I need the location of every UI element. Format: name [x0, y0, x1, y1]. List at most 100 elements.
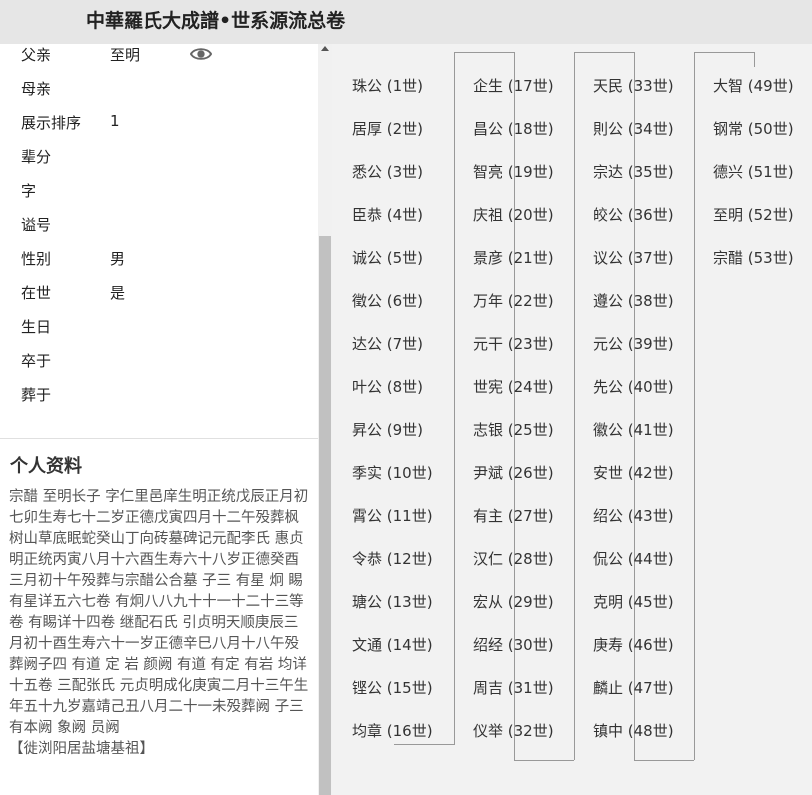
- field-row: 生日: [0, 316, 318, 340]
- app-header: 中華羅氏大成譜•世系源流总卷: [0, 0, 812, 44]
- generation-item[interactable]: 铿公 (15世): [352, 677, 433, 698]
- generation-item[interactable]: 绍公 (43世): [593, 505, 674, 526]
- field-label: 卒于: [21, 352, 52, 370]
- profile-bio-text: 宗醋 至明长子 字仁里邑庠生明正统戊辰正月初七卯生寿七十二岁正德戊寅四月十二午殁…: [9, 489, 309, 736]
- field-label: 生日: [21, 318, 52, 336]
- generation-item[interactable]: 元干 (23世): [473, 333, 554, 354]
- generation-item[interactable]: 世宪 (24世): [473, 376, 554, 397]
- generation-item[interactable]: 令恭 (12世): [352, 548, 433, 569]
- generation-item[interactable]: 麟止 (47世): [593, 677, 674, 698]
- generation-item[interactable]: 仪举 (32世): [473, 720, 554, 741]
- generation-item[interactable]: 元公 (39世): [593, 333, 674, 354]
- generation-item[interactable]: 尹斌 (26世): [473, 462, 554, 483]
- eye-icon[interactable]: [190, 44, 212, 65]
- field-row: 字: [0, 180, 318, 204]
- generation-item[interactable]: 志银 (25世): [473, 419, 554, 440]
- field-value: 1: [110, 112, 120, 130]
- generation-item[interactable]: 镇中 (48世): [593, 720, 674, 741]
- field-label: 字: [21, 182, 37, 200]
- generation-item[interactable]: 庆祖 (20世): [473, 204, 554, 225]
- generation-item[interactable]: 周吉 (31世): [473, 677, 554, 698]
- field-row: 在世 是: [0, 282, 318, 306]
- generation-item[interactable]: 徽公 (41世): [593, 419, 674, 440]
- tree-connector-line: [514, 760, 574, 761]
- tree-connector-line: [394, 744, 454, 745]
- generation-item[interactable]: 昌公 (18世): [473, 118, 554, 139]
- generation-item[interactable]: 悉公 (3世): [352, 161, 423, 182]
- field-value: 男: [110, 250, 126, 268]
- scroll-up-arrow-icon[interactable]: [321, 46, 329, 51]
- generation-item[interactable]: 庚寿 (46世): [593, 634, 674, 655]
- generation-item[interactable]: 万年 (22世): [473, 290, 554, 311]
- generation-item[interactable]: 遵公 (38世): [593, 290, 674, 311]
- generation-item[interactable]: 珠公 (1世): [352, 75, 423, 96]
- generation-item[interactable]: 克明 (45世): [593, 591, 674, 612]
- generation-item[interactable]: 均章 (16世): [352, 720, 433, 741]
- generation-item[interactable]: 绍经 (30世): [473, 634, 554, 655]
- field-label: 母亲: [21, 80, 52, 98]
- generation-item[interactable]: 昇公 (9世): [352, 419, 423, 440]
- generation-item[interactable]: 霄公 (11世): [352, 505, 433, 526]
- field-row: 葬于: [0, 384, 318, 408]
- tree-connector-line: [634, 760, 694, 761]
- generation-item[interactable]: 則公 (34世): [593, 118, 674, 139]
- tree-connector-line: [694, 52, 754, 53]
- generation-item[interactable]: 天民 (33世): [593, 75, 674, 96]
- tree-connector-line: [694, 52, 695, 760]
- detail-panel: 父亲 至明母亲展示排序 1 辈分字谥号性别 男在世 是生日卒于葬于 个人资料 宗醋 至明长…: [0, 44, 318, 795]
- generation-item[interactable]: 至明 (52世): [713, 204, 794, 225]
- field-value: 是: [110, 284, 126, 302]
- generation-item[interactable]: 智亮 (19世): [473, 161, 554, 182]
- field-label: 在世: [21, 284, 52, 302]
- generation-item[interactable]: 宏从 (29世): [473, 591, 554, 612]
- generation-item[interactable]: 居厚 (2世): [352, 118, 423, 139]
- field-row: 父亲 至明: [0, 44, 318, 68]
- generation-item[interactable]: 叶公 (8世): [352, 376, 423, 397]
- generation-item[interactable]: 臣恭 (4世): [352, 204, 423, 225]
- field-value: 至明: [110, 46, 141, 64]
- generation-item[interactable]: 宗醋 (53世): [713, 247, 794, 268]
- generation-item[interactable]: 先公 (40世): [593, 376, 674, 397]
- field-label: 谥号: [21, 216, 52, 234]
- field-label: 父亲: [21, 46, 52, 64]
- generation-item[interactable]: 汉仁 (28世): [473, 548, 554, 569]
- generation-item[interactable]: 安世 (42世): [593, 462, 674, 483]
- field-row: 母亲: [0, 78, 318, 102]
- generation-item[interactable]: 皎公 (36世): [593, 204, 674, 225]
- field-row: 辈分: [0, 146, 318, 170]
- generation-item[interactable]: 景彦 (21世): [473, 247, 554, 268]
- field-row: 性别 男: [0, 248, 318, 272]
- generation-item[interactable]: 季实 (10世): [352, 462, 433, 483]
- tree-connector-line: [574, 52, 575, 760]
- generation-item[interactable]: 达公 (7世): [352, 333, 423, 354]
- profile-bio: 宗醋 至明长子 字仁里邑庠生明正统戊辰正月初七卯生寿七十二岁正德戊寅四月十二午殁…: [9, 487, 309, 760]
- generation-item[interactable]: 诚公 (5世): [352, 247, 423, 268]
- field-label: 展示排序: [21, 114, 82, 132]
- generation-item[interactable]: 有主 (27世): [473, 505, 554, 526]
- profile-bio-note: 【徙浏阳居盐塘基祖】: [9, 741, 154, 757]
- tree-connector-line: [574, 52, 634, 53]
- generation-item[interactable]: 徵公 (6世): [352, 290, 423, 311]
- field-row: 谥号: [0, 214, 318, 238]
- generation-item[interactable]: 钢常 (50世): [713, 118, 794, 139]
- page-title: 中華羅氏大成譜•世系源流总卷: [86, 10, 346, 32]
- generation-item[interactable]: 文通 (14世): [352, 634, 433, 655]
- generation-item[interactable]: 侃公 (44世): [593, 548, 674, 569]
- generation-item[interactable]: 宗达 (35世): [593, 161, 674, 182]
- tree-connector-line: [454, 52, 455, 745]
- generation-item[interactable]: 企生 (17世): [473, 75, 554, 96]
- tree-connector-line: [754, 52, 755, 67]
- field-row: 展示排序 1: [0, 112, 318, 136]
- section-divider: [0, 438, 318, 439]
- tree-connector-line: [454, 52, 514, 53]
- generation-item[interactable]: 大智 (49世): [713, 75, 794, 96]
- field-label: 葬于: [21, 386, 52, 404]
- field-label: 辈分: [21, 148, 52, 166]
- generation-item[interactable]: 瑭公 (13世): [352, 591, 433, 612]
- scrollbar-thumb[interactable]: [319, 236, 331, 795]
- lineage-tree: 珠公 (1世) 居厚 (2世) 悉公 (3世) 臣恭 (4世) 诚公 (5世) 徵公 (6…: [332, 44, 812, 795]
- generation-item[interactable]: 议公 (37世): [593, 247, 674, 268]
- profile-section-title: 个人资料: [10, 456, 82, 477]
- field-row: 卒于: [0, 350, 318, 374]
- generation-item[interactable]: 德兴 (51世): [713, 161, 794, 182]
